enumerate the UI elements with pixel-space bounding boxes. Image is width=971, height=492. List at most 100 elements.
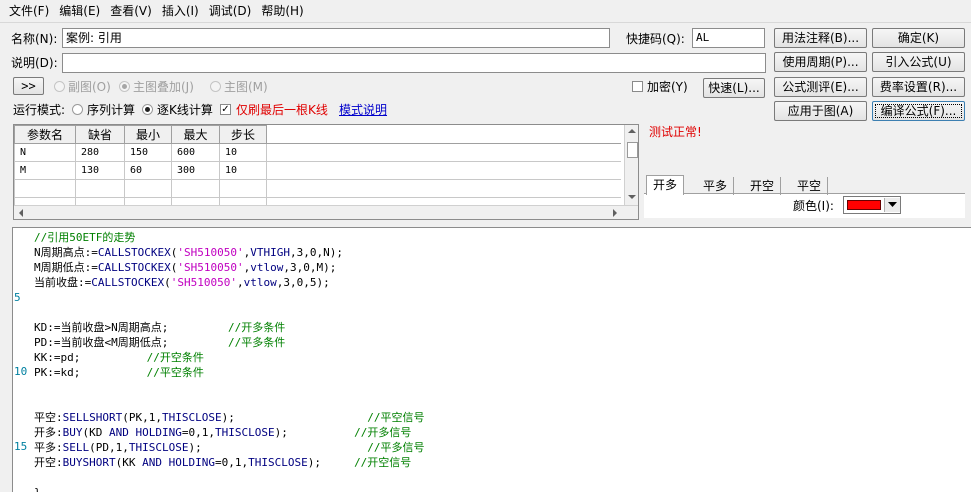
expand-button[interactable]: >>: [13, 77, 44, 95]
dropdown-button[interactable]: [884, 198, 900, 212]
param-max-header: 最大: [171, 125, 220, 144]
param-cell-empty[interactable]: [171, 179, 220, 198]
params-horizontal-scrollbar[interactable]: [14, 205, 638, 219]
quick-button[interactable]: 快速(L)...: [703, 78, 765, 98]
menu-debug[interactable]: 调试(D): [204, 0, 257, 22]
kline-calc-radio[interactable]: [142, 104, 153, 115]
param-cell[interactable]: 10: [219, 161, 267, 180]
main-chart-radio[interactable]: [210, 81, 221, 92]
shortcut-input[interactable]: AL: [692, 28, 765, 48]
test-status-message: 测试正常!: [649, 125, 702, 139]
scroll-thumb[interactable]: [627, 142, 638, 158]
param-cell-empty[interactable]: [219, 179, 267, 198]
code-token-plain: N周期高点:=: [34, 246, 98, 259]
main-overlay-radio[interactable]: [119, 81, 130, 92]
code-line: PD:=当前收盘<M周期低点; //平多条件: [34, 335, 285, 350]
chevron-down-icon: [888, 202, 897, 207]
serial-calc-radio[interactable]: [72, 104, 83, 115]
line-number: 15: [14, 440, 28, 453]
color-label: 颜色(I):: [793, 199, 834, 213]
code-token-comment: //平多条件: [227, 336, 286, 349]
code-token-comment: //开多条件: [227, 321, 286, 334]
table-row[interactable]: N 280 150 600 10: [14, 143, 621, 162]
color-dropdown[interactable]: [843, 196, 901, 214]
tab-close-short[interactable]: 平空: [791, 177, 829, 195]
table-row[interactable]: [14, 179, 621, 198]
param-cell-empty: [266, 143, 621, 162]
code-token-func: SELLSHORT: [62, 411, 123, 424]
main-chart-label: 主图(M): [224, 80, 268, 94]
menu-insert[interactable]: 插入(I): [157, 0, 204, 22]
params-header-filler: [266, 125, 621, 144]
sub-chart-radio[interactable]: [54, 81, 65, 92]
code-token-func: BUY: [62, 426, 83, 439]
compile-formula-button[interactable]: 编译公式(F)...: [872, 101, 965, 121]
code-token-plain: );: [307, 456, 355, 469]
param-cell[interactable]: 300: [171, 161, 220, 180]
menu-file[interactable]: 文件(F): [4, 0, 54, 22]
mode-help-link[interactable]: 模式说明: [339, 102, 387, 118]
import-formula-button[interactable]: 引入公式(U): [872, 52, 965, 72]
menu-edit[interactable]: 编辑(E): [54, 0, 105, 22]
code-line: 开空:BUYSHORT(KK AND HOLDING=0,1,THISCLOSE…: [34, 455, 411, 470]
params-vertical-scrollbar[interactable]: [624, 125, 638, 205]
description-input[interactable]: [62, 53, 766, 73]
code-editor[interactable]: 5 10 15 //引用50ETF的走势 N周期高点:=CALLSTOCKEX('…: [12, 227, 971, 492]
apply-to-chart-button[interactable]: 应用于图(A): [774, 101, 867, 121]
name-input[interactable]: 案例: 引用: [62, 28, 610, 48]
line-number: 5: [14, 291, 21, 304]
param-cell[interactable]: 150: [124, 143, 172, 162]
code-token-string: 'SH510050': [177, 246, 244, 259]
code-token-comment: //开多信号: [354, 426, 412, 439]
param-cell[interactable]: 60: [124, 161, 172, 180]
code-token-func: CALLSTOCKEX: [97, 246, 171, 259]
param-cell-empty[interactable]: [14, 179, 76, 198]
usage-note-button[interactable]: 用法注释(B)...: [774, 28, 867, 48]
scroll-right-icon[interactable]: [612, 209, 618, 217]
code-token-plain: (PK,1,: [122, 411, 162, 424]
code-token-plain: (: [164, 276, 171, 289]
encrypt-checkbox[interactable]: [632, 81, 643, 92]
param-cell-empty[interactable]: [124, 179, 172, 198]
param-name-header: 参数名: [14, 125, 76, 144]
code-line: //引用50ETF的走势: [34, 230, 135, 245]
code-line: 当前收盘:=CALLSTOCKEX('SH510050',vtlow,3,0,5…: [34, 275, 330, 290]
formula-test-button[interactable]: 公式测评(E)...: [774, 77, 867, 97]
fee-settings-button[interactable]: 费率设置(R)...: [872, 77, 965, 97]
param-cell[interactable]: N: [14, 143, 76, 162]
code-token-func: VTHIGH: [250, 246, 290, 259]
param-cell[interactable]: 280: [75, 143, 125, 162]
code-token-plain: }: [34, 486, 41, 492]
scroll-down-icon[interactable]: [628, 194, 636, 200]
tab-open-short[interactable]: 开空: [744, 177, 782, 195]
param-cell[interactable]: 10: [219, 143, 267, 162]
code-token-func: THISCLOSE: [214, 426, 275, 439]
param-cell-empty[interactable]: [75, 179, 125, 198]
use-period-button[interactable]: 使用周期(P)...: [774, 52, 867, 72]
code-token-plain: KD:=当前收盘>N周期高点;: [34, 321, 228, 334]
scroll-up-icon[interactable]: [628, 128, 636, 134]
menu-help[interactable]: 帮助(H): [256, 0, 308, 22]
code-token-func: AND: [142, 456, 162, 469]
scroll-left-icon[interactable]: [18, 209, 24, 217]
run-mode-label: 运行模式:: [13, 103, 66, 117]
param-cell[interactable]: 600: [171, 143, 220, 162]
ok-button[interactable]: 确定(K): [872, 28, 965, 48]
code-token-plain: 开多:: [34, 426, 63, 439]
code-token-plain: 平多:: [34, 441, 63, 454]
code-token-func: THISCLOSE: [248, 456, 308, 469]
table-row[interactable]: M 130 60 300 10: [14, 161, 621, 180]
tab-close-long[interactable]: 平多: [697, 177, 735, 195]
param-cell[interactable]: M: [14, 161, 76, 180]
refresh-last-checkbox[interactable]: ✓: [220, 104, 231, 115]
tab-open-long[interactable]: 开多: [646, 175, 685, 195]
param-cell[interactable]: 130: [75, 161, 125, 180]
code-token-plain: (KD: [82, 426, 109, 439]
code-token-plain: 平空:: [34, 411, 63, 424]
line-number: 10: [14, 365, 28, 378]
params-table[interactable]: 参数名 缺省 最小 最大 步长 N 280 150 600 10 M 130 6…: [13, 124, 639, 220]
code-token-plain: PK:=kd;: [34, 366, 147, 379]
code-token-comment: //开空信号: [354, 456, 412, 469]
menu-view[interactable]: 查看(V): [105, 0, 157, 22]
code-token-func: CALLSTOCKEX: [91, 276, 165, 289]
